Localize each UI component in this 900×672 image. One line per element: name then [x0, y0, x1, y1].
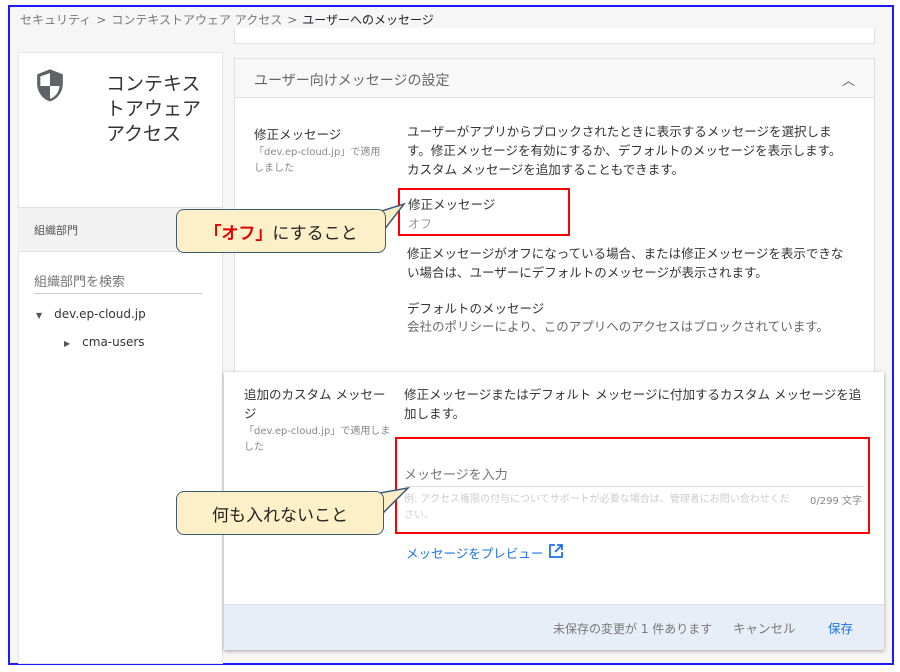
preview-link-label: メッセージをプレビュー: [406, 546, 544, 561]
chevron-up-icon[interactable]: ︿: [842, 70, 855, 89]
char-counter: 0/299 文字: [810, 496, 862, 507]
default-message-text: 会社のポリシーにより、このアプリへのアクセスはブロックされています。: [407, 319, 830, 334]
breadcrumb-separator: >: [96, 13, 107, 27]
annotation-off-rest: にすること: [272, 223, 358, 244]
breadcrumb-caa[interactable]: コンテキストアウェア アクセス: [111, 13, 282, 27]
collapsed-triangle-icon[interactable]: ▶: [64, 339, 70, 348]
breadcrumb-current: ユーザーへのメッセージ: [302, 13, 434, 27]
shield-icon: [34, 68, 66, 108]
remediation-applied: 「dev.ep-cloud.jp」で適用しました: [254, 147, 381, 174]
remediation-field-value[interactable]: オフ: [408, 215, 432, 232]
default-message-label: デフォルトのメッセージ: [407, 301, 545, 316]
remediation-label: 修正メッセージ: [254, 127, 342, 142]
tree-item-dev-ep-cloud[interactable]: ▼ dev.ep-cloud.jp: [36, 307, 146, 321]
open-in-new-icon: [549, 544, 564, 561]
custom-message-input[interactable]: [404, 468, 864, 487]
sidebar-title: コンテキストアウェア アクセス: [106, 73, 202, 145]
tree-item-label: dev.ep-cloud.jp: [54, 307, 146, 321]
tree-item-cma-users[interactable]: ▶ cma-users: [64, 335, 145, 349]
annotation-callout-off: 「オフ」 にすること: [176, 209, 386, 253]
remediation-field-label: 修正メッセージ: [408, 197, 496, 212]
custom-label: 追加のカスタム メッセージ: [244, 387, 386, 421]
tree-item-label: cma-users: [82, 335, 145, 349]
breadcrumb: セキュリティ > コンテキストアウェア アクセス > ユーザーへのメッセージ: [20, 11, 434, 28]
breadcrumb-separator: >: [287, 13, 298, 27]
breadcrumb-security[interactable]: セキュリティ: [20, 13, 91, 27]
remediation-description: ユーザーがアプリからブロックされたときに表示するメッセージを選択します。修正メッ…: [407, 124, 842, 177]
preview-link[interactable]: メッセージをプレビュー: [406, 543, 564, 562]
cancel-button[interactable]: キャンセル: [733, 618, 796, 637]
previous-card-edge: [234, 28, 875, 44]
custom-hint: 例: アクセス権限の付与についてサポートが必要な場合は、管理者にお問い合わせくだ…: [404, 494, 790, 521]
custom-applied: 「dev.ep-cloud.jp」で適用しました: [244, 426, 391, 453]
custom-description: 修正メッセージまたはデフォルト メッセージに付加するカスタム メッセージを追加し…: [404, 387, 862, 421]
save-button[interactable]: 保存: [828, 618, 853, 637]
annotation-callout-empty: 何も入れないこと: [176, 491, 384, 535]
section-title: ユーザー向けメッセージの設定: [254, 73, 450, 89]
remediation-note: 修正メッセージがオフになっている場合、または修正メッセージを表示できない場合は、…: [407, 246, 844, 280]
unsaved-changes-text: 未保存の変更が 1 件あります: [553, 622, 713, 636]
org-unit-search-input[interactable]: [34, 275, 202, 294]
annotation-off-emphasis: 「オフ」: [204, 223, 273, 244]
org-unit-label: 組織部門: [34, 224, 78, 237]
expanded-triangle-icon[interactable]: ▼: [36, 311, 42, 320]
